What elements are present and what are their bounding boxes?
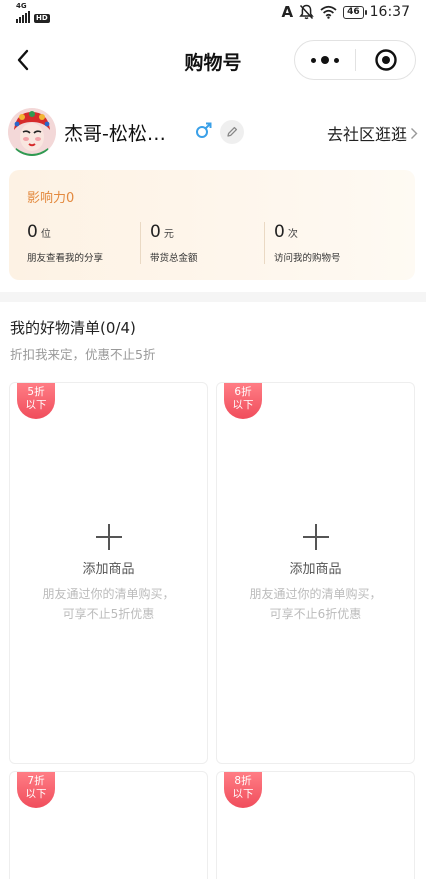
stat-value: 0 [274, 222, 285, 242]
influence-card: 影响力0 0位 朋友查看我的分享 0元 带货总金额 0次 访问我的购物号 [9, 170, 415, 280]
avatar[interactable] [8, 108, 56, 156]
male-icon [196, 122, 212, 138]
product-slot-card[interactable]: 7折 以下 [9, 771, 208, 879]
chevron-right-icon [411, 127, 418, 139]
product-slot-card[interactable]: 6折 以下 添加商品 朋友通过你的清单购买， 可享不止6折优惠 [216, 382, 415, 764]
close-button[interactable] [356, 41, 415, 79]
profile-row: 杰哥-松松… 去社区逛逛 [8, 108, 418, 158]
stat-friends-viewed[interactable]: 0位 朋友查看我的分享 [27, 222, 103, 268]
stat-sales-amount[interactable]: 0元 带货总金额 [150, 222, 198, 268]
edit-profile-button[interactable] [220, 120, 244, 144]
add-product-label: 添加商品 [289, 562, 342, 577]
product-slot-card[interactable]: 8折 以下 [216, 771, 415, 879]
stat-value: 0 [27, 222, 38, 242]
stat-value: 0 [150, 222, 161, 242]
stat-label: 朋友查看我的分享 [27, 253, 104, 264]
network-type: 4G [16, 2, 27, 10]
add-product-desc: 朋友通过你的清单购买， 可享不止5折优惠 [42, 587, 175, 621]
opera-mask-avatar-image [8, 108, 56, 156]
signal-indicator: 4G HD [16, 2, 50, 23]
discount-tag: 7折 以下 [17, 772, 55, 808]
nav-bar: 购物号 [0, 36, 426, 84]
target-circle-icon [374, 49, 397, 71]
discount-tag: 5折 以下 [17, 383, 55, 419]
add-product-desc: 朋友通过你的清单购买， 可享不止6折优惠 [249, 587, 382, 621]
community-link-label: 去社区逛逛 [326, 125, 407, 144]
stat-unit: 次 [287, 229, 298, 240]
hd-badge: HD [34, 14, 50, 23]
wifi-icon [320, 5, 337, 19]
add-product-label: 添加商品 [82, 562, 135, 577]
battery-indicator: 46 [343, 5, 367, 19]
mini-program-capsule [294, 40, 416, 80]
product-slot-card[interactable]: 5折 以下 添加商品 朋友通过你的清单购买， 可享不止5折优惠 [9, 382, 208, 764]
stat-divider [264, 222, 265, 264]
stat-visits[interactable]: 0次 访问我的购物号 [274, 222, 341, 268]
pencil-icon [227, 126, 238, 137]
stat-unit: 位 [40, 229, 51, 240]
stat-label: 访问我的购物号 [274, 253, 341, 264]
plus-icon [302, 524, 329, 550]
font-a-icon: A [281, 3, 294, 21]
section-divider [0, 292, 426, 302]
bell-mute-icon [299, 4, 314, 20]
influence-title: 影响力0 [27, 191, 75, 206]
stat-unit: 元 [163, 229, 174, 240]
status-bar: 4G HD A 46 16:37 [0, 0, 426, 26]
clock: 16:37 [369, 4, 410, 20]
plus-icon [95, 524, 122, 550]
status-icons: A 46 16:37 [282, 3, 411, 21]
more-button[interactable] [295, 41, 355, 79]
signal-bars-icon [16, 11, 30, 23]
wishlist-title: 我的好物清单(0/4) [10, 319, 136, 337]
stat-label: 带货总金额 [150, 253, 198, 264]
discount-tag: 8折 以下 [224, 772, 262, 808]
wishlist-subtitle: 折扣我来定，优惠不止5折 [10, 347, 156, 362]
more-dots-icon [311, 57, 316, 63]
community-link[interactable]: 去社区逛逛 [327, 121, 418, 145]
stat-divider [140, 222, 141, 264]
discount-tag: 6折 以下 [224, 383, 262, 419]
user-name: 杰哥-松松… [64, 123, 166, 145]
